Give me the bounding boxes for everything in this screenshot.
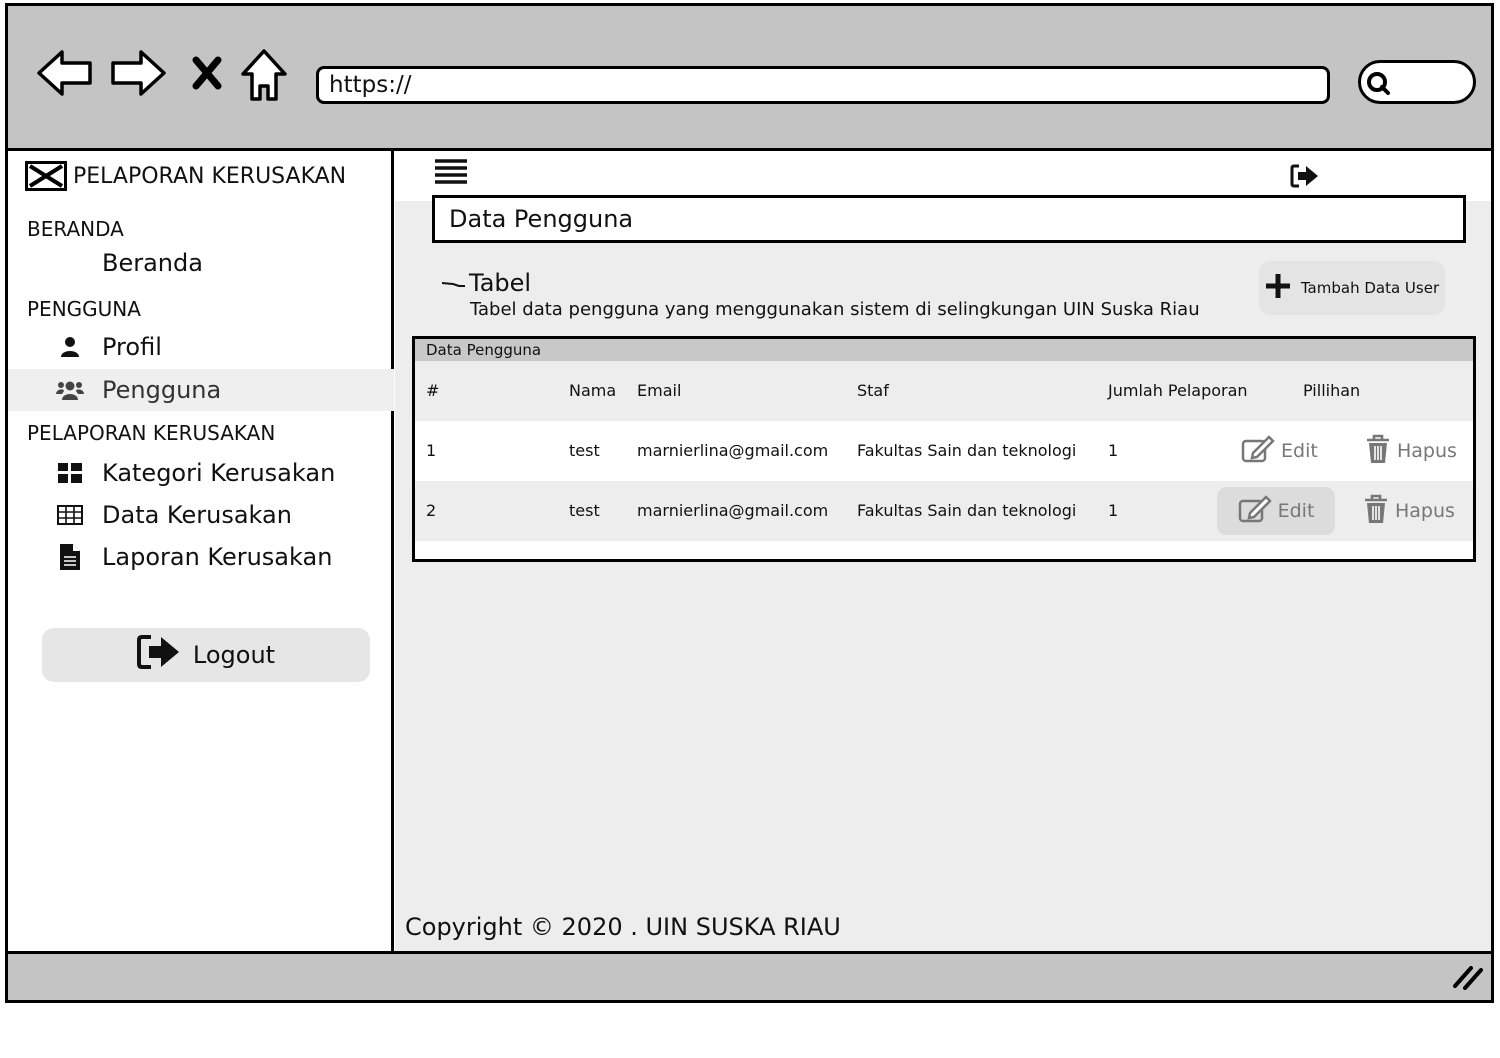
signout-icon[interactable] [1290,164,1320,192]
sidebar-item-kategori-kerusakan[interactable]: Kategori Kerusakan [8,452,394,494]
table-row: 1 test marnierlina@gmail.com Fakultas Sa… [415,421,1473,481]
table-description: Tabel data pengguna yang menggunakan sis… [470,299,1200,320]
minus-icon [441,269,465,297]
logout-icon [136,634,181,676]
cell-no: 1 [426,441,437,460]
sidebar-item-laporan-kerusakan[interactable]: Laporan Kerusakan [8,536,394,578]
table-title: Tabel [469,269,532,297]
resize-grip-icon[interactable] [1451,964,1483,994]
column-header: Staf [857,381,889,400]
cell-jumlah: 1 [1108,501,1119,520]
top-nav [395,151,1491,201]
cell-nama: test [569,501,600,520]
users-table: Data Pengguna # Nama Email Staf Jumlah P… [412,336,1476,562]
close-x-icon[interactable] [191,56,223,94]
section-beranda: BERANDA [27,217,124,241]
cell-nama: test [569,441,600,460]
logo-image-placeholder-icon [25,161,67,191]
brand-name: PELAPORAN KERUSAKAN [73,163,347,189]
brand[interactable]: PELAPORAN KERUSAKAN [25,161,346,191]
table-row: 2 test marnierlina@gmail.com Fakultas Sa… [415,481,1473,541]
card-title: Data Pengguna [415,339,1473,361]
column-header: Jumlah Pelaporan [1108,381,1248,400]
delete-label: Hapus [1397,440,1457,462]
add-user-button[interactable]: Tambah Data User [1259,261,1445,315]
app-area: PELAPORAN KERUSAKAN BERANDA Beranda PENG… [8,148,1491,954]
cell-staf: Fakultas Sain dan teknologi [857,501,1077,520]
logout-button[interactable]: Logout [42,628,370,682]
hamburger-menu-icon[interactable] [435,159,467,189]
edit-button[interactable]: Edit [1237,427,1322,475]
home-icon[interactable] [240,48,288,106]
grid-icon [56,463,84,483]
users-icon [56,379,84,401]
logout-label: Logout [192,641,276,669]
browser-toolbar: https:// [8,6,1491,148]
delete-button[interactable]: Hapus [1359,487,1459,535]
sidebar-item-label: Beranda [102,249,203,277]
sidebar-item-label: Data Kerusakan [102,501,292,529]
cell-staf: Fakultas Sain dan teknologi [857,441,1077,460]
delete-button[interactable]: Hapus [1361,427,1461,475]
table-icon [56,505,84,525]
sidebar-item-label: Pengguna [102,376,222,404]
plus-icon [1265,273,1291,303]
browser-search-box[interactable] [1358,60,1476,104]
cell-email: marnierlina@gmail.com [637,501,829,520]
search-icon [1365,70,1391,100]
sidebar-item-profil[interactable]: Profil [8,326,394,368]
edit-label: Edit [1277,500,1315,522]
footer-copyright: Copyright © 2020 . UIN SUSKA RIAU [405,913,841,941]
cell-email: marnierlina@gmail.com [637,441,829,460]
column-header: Email [637,381,682,400]
back-arrow-icon[interactable] [36,48,94,102]
sidebar-item-pengguna[interactable]: Pengguna [8,369,394,411]
edit-icon [1238,494,1272,528]
add-user-label: Tambah Data User [1300,279,1440,297]
delete-label: Hapus [1395,500,1455,522]
section-pengguna: PENGGUNA [27,297,141,321]
column-header: Nama [569,381,617,400]
table-header-row: # Nama Email Staf Jumlah Pelaporan Pilli… [415,361,1473,421]
trash-icon [1365,434,1391,469]
cell-no: 2 [426,501,437,520]
user-icon [56,336,84,358]
sidebar: PELAPORAN KERUSAKAN BERANDA Beranda PENG… [8,151,394,951]
document-icon [56,544,84,570]
sidebar-item-label: Kategori Kerusakan [102,459,336,487]
column-header: Pillihan [1303,381,1361,400]
url-bar[interactable]: https:// [316,66,1330,104]
section-pelaporan: PELAPORAN KERUSAKAN [27,421,276,445]
main-panel: Data Pengguna Tabel Tabel data pengguna … [395,151,1491,951]
forward-arrow-icon[interactable] [109,48,167,102]
sidebar-item-data-kerusakan[interactable]: Data Kerusakan [8,494,394,536]
cell-jumlah: 1 [1108,441,1119,460]
edit-label: Edit [1281,440,1318,462]
trash-icon [1363,494,1389,529]
edit-icon [1241,434,1275,468]
browser-window: https:// PELAPORAN KERUSAKAN BERANDA Ber… [5,3,1494,1003]
edit-button[interactable]: Edit [1217,487,1335,535]
table-heading: Tabel [441,269,531,297]
page-title: Data Pengguna [432,195,1466,243]
sidebar-item-beranda[interactable]: Beranda [8,242,394,284]
column-header: # [426,381,440,400]
sidebar-item-label: Laporan Kerusakan [102,543,333,571]
url-text: https:// [329,72,412,98]
sidebar-item-label: Profil [102,333,162,361]
